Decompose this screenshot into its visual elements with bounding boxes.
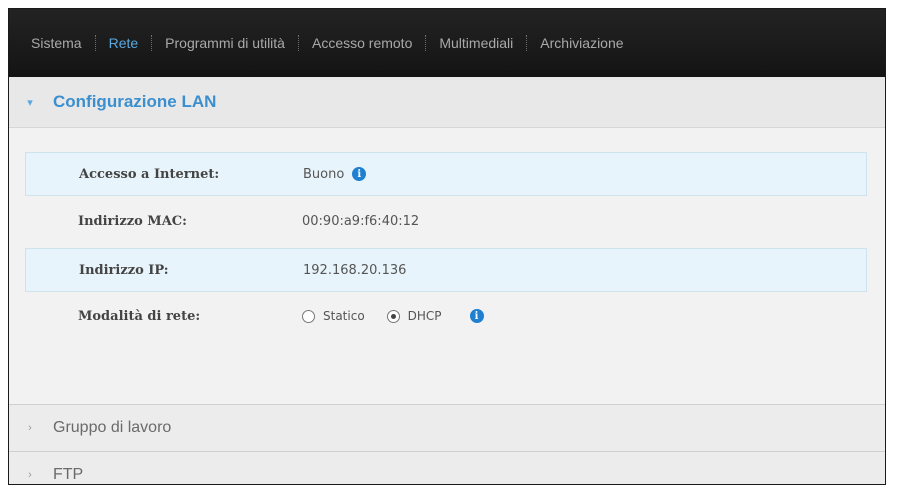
section-title-workgroup[interactable]: Gruppo di lavoro — [53, 419, 171, 437]
section-title-lan[interactable]: Configurazione LAN — [53, 92, 216, 112]
app-frame: Sistema Rete Programmi di utilità Access… — [8, 8, 886, 485]
nav-separator — [416, 35, 435, 51]
chevron-down-icon[interactable]: ▾ — [23, 96, 37, 109]
nav-label[interactable]: Sistema — [27, 35, 86, 51]
section-header-ftp[interactable]: › FTP — [9, 451, 885, 484]
nav-item-sistema[interactable]: Sistema — [27, 35, 86, 51]
row-mac-address: Indirizzo MAC: 00:90:a9:f6:40:12 — [25, 199, 867, 243]
mac-address-value: 00:90:a9:f6:40:12 — [302, 213, 420, 229]
ip-address-label: Indirizzo IP: — [79, 262, 169, 278]
top-navigation: Sistema Rete Programmi di utilità Access… — [9, 9, 885, 77]
radio-button-icon[interactable] — [302, 309, 315, 323]
mac-address-label: Indirizzo MAC: — [78, 213, 187, 229]
radio-static[interactable]: Statico — [302, 309, 365, 323]
nav-item-rete[interactable]: Rete — [105, 35, 143, 51]
nav-label[interactable]: Programmi di utilità — [161, 35, 289, 51]
radio-button-selected-icon[interactable] — [386, 309, 400, 323]
nav-item-multimediali[interactable]: Multimediali — [435, 35, 517, 51]
row-ip-address: Indirizzo IP: 192.168.20.136 — [25, 248, 867, 292]
nav-separator — [289, 35, 308, 51]
nav-item-archiviazione[interactable]: Archiviazione — [536, 35, 627, 51]
section-title-ftp[interactable]: FTP — [53, 466, 83, 484]
nav-label[interactable]: Rete — [105, 35, 143, 51]
nav-label[interactable]: Archiviazione — [536, 35, 627, 51]
network-mode-label: Modalità di rete: — [78, 308, 201, 324]
network-mode-options: Statico DHCP i — [302, 309, 484, 323]
nav-item-accesso-remoto[interactable]: Accesso remoto — [308, 35, 416, 51]
nav-separator — [142, 35, 161, 51]
nav-separator — [517, 35, 536, 51]
lan-panel: Accesso a Internet: Buono i Indirizzo MA… — [9, 128, 885, 406]
nav-separator — [86, 35, 105, 51]
radio-static-label[interactable]: Statico — [323, 309, 365, 323]
section-header-lan[interactable]: ▾ Configurazione LAN — [9, 77, 885, 128]
radio-dhcp[interactable]: DHCP — [386, 309, 442, 323]
chevron-right-icon[interactable]: › — [23, 422, 37, 434]
row-network-mode: Modalità di rete: Statico DHCP i — [25, 294, 867, 338]
section-header-workgroup[interactable]: › Gruppo di lavoro — [9, 404, 885, 451]
nav-item-programmi[interactable]: Programmi di utilità — [161, 35, 289, 51]
internet-access-label: Accesso a Internet: — [79, 166, 220, 182]
radio-dhcp-label[interactable]: DHCP — [408, 309, 442, 323]
chevron-right-icon[interactable]: › — [23, 469, 37, 481]
internet-access-value: Buono — [303, 166, 345, 182]
info-icon[interactable]: i — [352, 167, 367, 181]
nav-label[interactable]: Accesso remoto — [308, 35, 416, 51]
internet-access-value-wrap: Buono i — [303, 166, 367, 182]
info-icon[interactable]: i — [469, 309, 484, 323]
row-internet-access: Accesso a Internet: Buono i — [25, 152, 867, 196]
ip-address-value: 192.168.20.136 — [303, 262, 407, 278]
nav-label[interactable]: Multimediali — [435, 35, 517, 51]
